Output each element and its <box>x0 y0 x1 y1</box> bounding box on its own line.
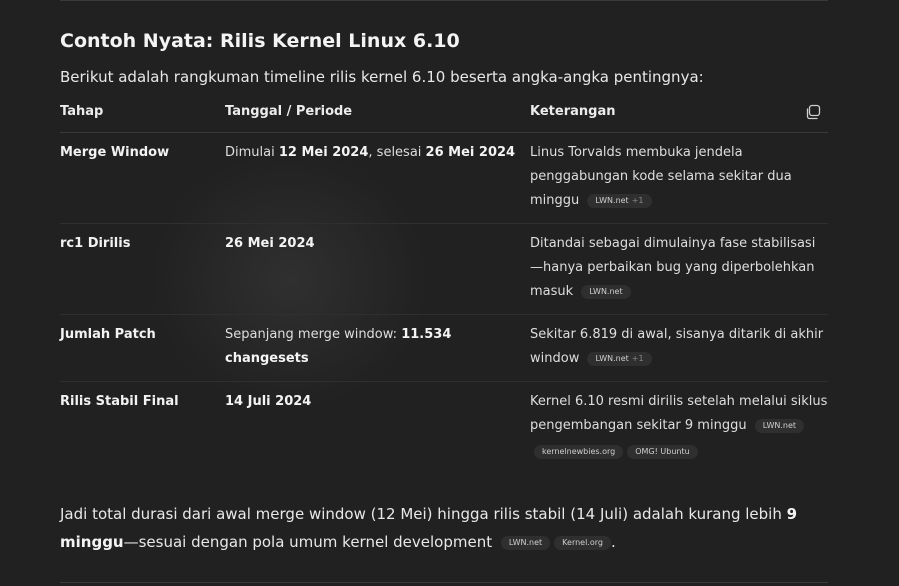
summary-text: Jadi total durasi dari awal merge window… <box>60 505 787 523</box>
keterangan-text: Ditandai sebagai dimulainya fase stabili… <box>530 236 816 299</box>
cell-tahap: Jumlah Patch <box>60 314 225 382</box>
cell-tanggal: Sepanjang merge window: 11.534 changeset… <box>225 314 530 382</box>
keterangan-text: Linus Torvalds membuka jendela penggabun… <box>530 145 792 208</box>
citation-badge[interactable]: kernelnewbies.org <box>534 444 624 459</box>
cell-keterangan: Linus Torvalds membuka jendela penggabun… <box>530 132 828 224</box>
table-row: Merge Window Dimulai 12 Mei 2024, selesa… <box>60 132 828 224</box>
tanggal-date-end: 26 Mei 2024 <box>425 145 516 160</box>
response-page: Contoh Nyata: Rilis Kernel Linux 6.10 Be… <box>0 0 899 586</box>
cell-tahap: Merge Window <box>60 132 225 224</box>
table-row: Jumlah Patch Sepanjang merge window: 11.… <box>60 314 828 382</box>
citation-badge[interactable]: OMG! Ubuntu <box>627 444 698 459</box>
cell-tanggal: Dimulai 12 Mei 2024, selesai 26 Mei 2024 <box>225 132 530 224</box>
header-tanggal: Tanggal / Periode <box>225 104 353 119</box>
bottom-divider <box>60 582 828 583</box>
summary-text: —sesuai dengan pola umum kernel developm… <box>123 533 493 551</box>
citation-extra-count: +1 <box>631 353 644 363</box>
citation-label: LWN.net <box>595 195 629 205</box>
tanggal-text: Sepanjang merge window: <box>225 327 402 342</box>
summary-paragraph: Jadi total durasi dari awal merge window… <box>60 500 800 556</box>
citation-badge[interactable]: LWN.net <box>500 535 551 550</box>
cell-tanggal: 26 Mei 2024 <box>225 223 530 315</box>
cell-tahap: Rilis Stabil Final <box>60 381 225 474</box>
citation-badge[interactable]: LWN.net <box>754 418 805 433</box>
citation-badge[interactable]: LWN.net +1 <box>587 351 652 366</box>
summary-end: . <box>610 533 616 551</box>
tanggal-text: Dimulai <box>225 145 279 160</box>
citation-badge[interactable]: LWN.net <box>581 284 631 299</box>
timeline-table-container: Tahap Tanggal / Periode Keterangan Merge… <box>60 100 828 474</box>
citation-label: LWN.net <box>589 286 623 296</box>
table-row: rc1 Dirilis 26 Mei 2024 Ditandai sebagai… <box>60 223 828 315</box>
tanggal-date: 14 Juli 2024 <box>225 394 312 409</box>
section-heading: Contoh Nyata: Rilis Kernel Linux 6.10 <box>60 30 460 52</box>
timeline-table: Tahap Tanggal / Periode Keterangan Merge… <box>60 100 828 474</box>
top-divider <box>60 0 828 1</box>
citation-badge[interactable]: Kernel.org <box>554 535 611 550</box>
citation-row: kernelnewbies.org OMG! Ubuntu <box>530 440 828 464</box>
cell-keterangan: Kernel 6.10 resmi dirilis setelah melalu… <box>530 381 828 474</box>
cell-keterangan: Ditandai sebagai dimulainya fase stabili… <box>530 223 828 315</box>
cell-tahap: rc1 Dirilis <box>60 223 225 315</box>
cell-keterangan: Sekitar 6.819 di awal, sisanya ditarik d… <box>530 314 828 382</box>
copy-icon[interactable] <box>804 103 822 121</box>
table-header-row: Tahap Tanggal / Periode Keterangan <box>60 100 828 133</box>
header-keterangan-label: Keterangan <box>530 104 616 119</box>
citation-label: LWN.net <box>595 353 629 363</box>
cell-tanggal: 14 Juli 2024 <box>225 381 530 474</box>
tanggal-date: 26 Mei 2024 <box>225 236 315 251</box>
intro-text: Berikut adalah rangkuman timeline rilis … <box>60 68 704 86</box>
table-row: Rilis Stabil Final 14 Juli 2024 Kernel 6… <box>60 381 828 474</box>
tanggal-date-start: 12 Mei 2024 <box>278 145 369 160</box>
header-keterangan: Keterangan <box>530 100 828 133</box>
citation-extra-count: +1 <box>631 195 644 205</box>
citation-badge[interactable]: LWN.net +1 <box>587 193 652 208</box>
header-tahap: Tahap <box>60 104 104 119</box>
keterangan-text: Sekitar 6.819 di awal, sisanya ditarik d… <box>530 327 824 366</box>
tanggal-text: , selesai <box>368 145 426 160</box>
